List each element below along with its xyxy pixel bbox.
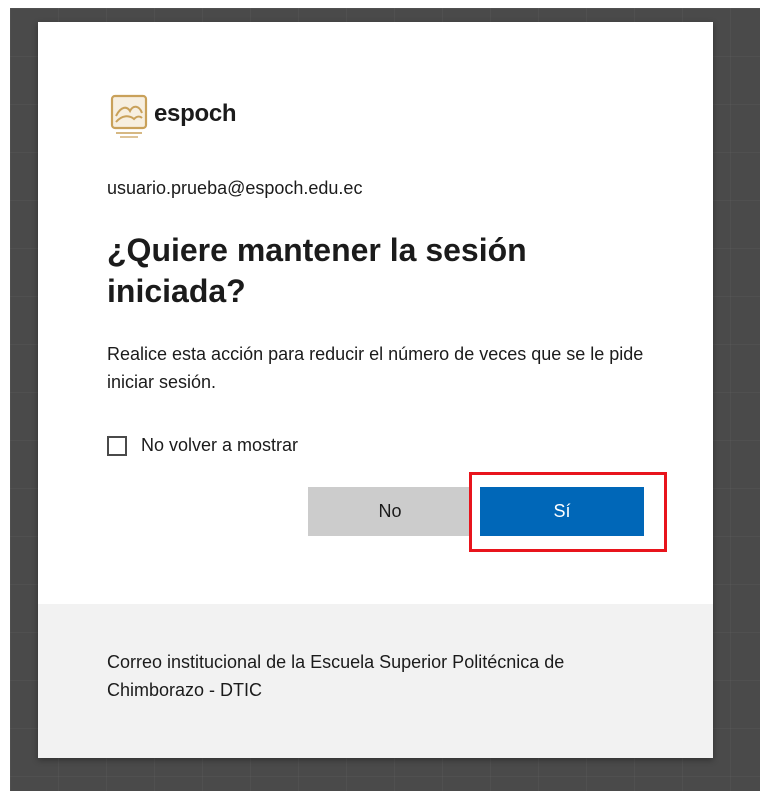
page-title: ¿Quiere mantener la sesión iniciada? — [107, 232, 527, 309]
espoch-shield-logo-icon — [110, 94, 148, 138]
dont-show-again-checkbox[interactable] — [107, 435, 127, 456]
signin-dialog: espoch usuario.prueba@espoch.edu.ec ¿Qui… — [38, 22, 713, 758]
dont-show-again-label: No volver a mostrar — [141, 435, 299, 455]
no-button[interactable]: No — [308, 487, 472, 536]
dialog-footer: Correo institucional de la Escuela Super… — [38, 604, 713, 758]
yes-button[interactable]: Sí — [480, 487, 644, 536]
dialog-body: espoch usuario.prueba@espoch.edu.ec ¿Qui… — [38, 22, 713, 604]
dont-show-again-checkbox-row[interactable]: No volver a mostrar — [107, 435, 298, 456]
prompt-description: Realice esta acción para reducir el núme… — [107, 344, 644, 392]
footer-text: Correo institucional de la Escuela Super… — [107, 652, 565, 700]
account-email: usuario.prueba@espoch.edu.ec — [107, 178, 363, 198]
brand-logo: espoch — [110, 94, 237, 140]
brand-name: espoch — [154, 100, 237, 127]
